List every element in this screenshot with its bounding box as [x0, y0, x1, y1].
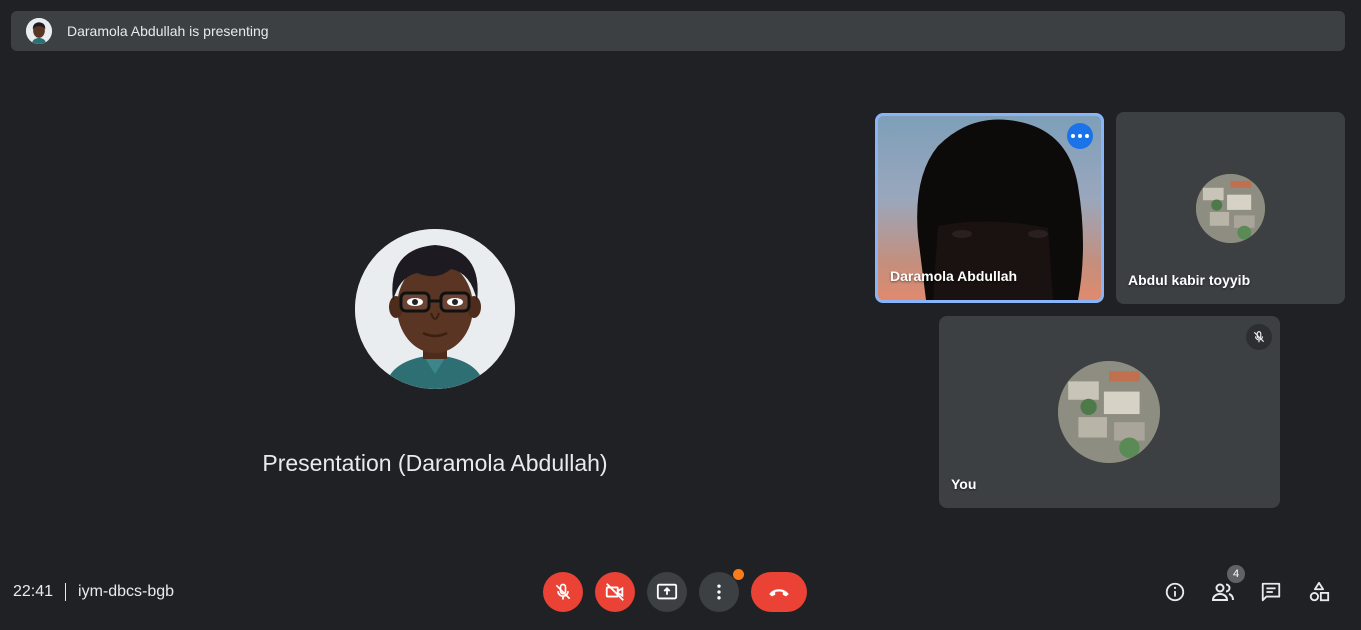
mic-off-indicator-icon [1246, 324, 1272, 350]
participant-avatar-you [1058, 361, 1160, 463]
divider [65, 583, 67, 601]
participant-name-daramola: Daramola Abdullah [890, 268, 1018, 284]
side-panel-controls: 4 [1155, 565, 1339, 612]
camera-toggle-button[interactable] [595, 572, 635, 612]
info-icon [1165, 582, 1185, 602]
present-to-all-icon [656, 583, 678, 600]
shapes-icon [1309, 581, 1330, 602]
participant-avatar-abdul [1196, 174, 1265, 243]
mic-toggle-button[interactable] [543, 572, 583, 612]
mic-off-icon [555, 583, 571, 600]
videocam-off-icon [605, 583, 624, 601]
notification-dot [733, 569, 744, 580]
meeting-details-button[interactable] [1155, 572, 1195, 612]
participant-name-abdul: Abdul kabir toyyib [1128, 272, 1251, 288]
participant-tile-abdul[interactable]: Abdul kabir toyyib [1116, 112, 1345, 304]
presenter-avatar [26, 18, 52, 44]
more-vertical-icon [717, 584, 721, 600]
present-now-button[interactable] [647, 572, 687, 612]
chat-button[interactable] [1251, 572, 1291, 612]
more-options-menu-button[interactable] [699, 569, 744, 612]
call-end-icon [769, 589, 789, 597]
leave-call-button[interactable] [751, 572, 807, 612]
participants-button[interactable]: 4 [1203, 565, 1245, 612]
participant-tile-daramola[interactable]: Daramola Abdullah [875, 113, 1104, 303]
participants-count-badge: 4 [1227, 565, 1245, 583]
people-icon [1211, 583, 1234, 601]
meeting-time: 22:41 [13, 583, 54, 600]
more-options-button[interactable] [1067, 123, 1093, 149]
presenter-large-avatar [355, 229, 515, 389]
presentation-area: Presentation (Daramola Abdullah) [230, 229, 640, 489]
participant-tile-you[interactable]: You [939, 316, 1280, 508]
activities-button[interactable] [1299, 572, 1339, 612]
meeting-code: iym-dbcs-bgb [78, 583, 175, 600]
presentation-label: Presentation (Daramola Abdullah) [262, 450, 608, 476]
presenting-banner: Daramola Abdullah is presenting [11, 11, 1345, 51]
meeting-info: 22:41 iym-dbcs-bgb [13, 582, 174, 602]
call-controls [543, 569, 807, 612]
chat-icon [1261, 582, 1281, 602]
participant-name-you: You [951, 476, 977, 492]
presenting-text: Daramola Abdullah is presenting [67, 23, 269, 39]
